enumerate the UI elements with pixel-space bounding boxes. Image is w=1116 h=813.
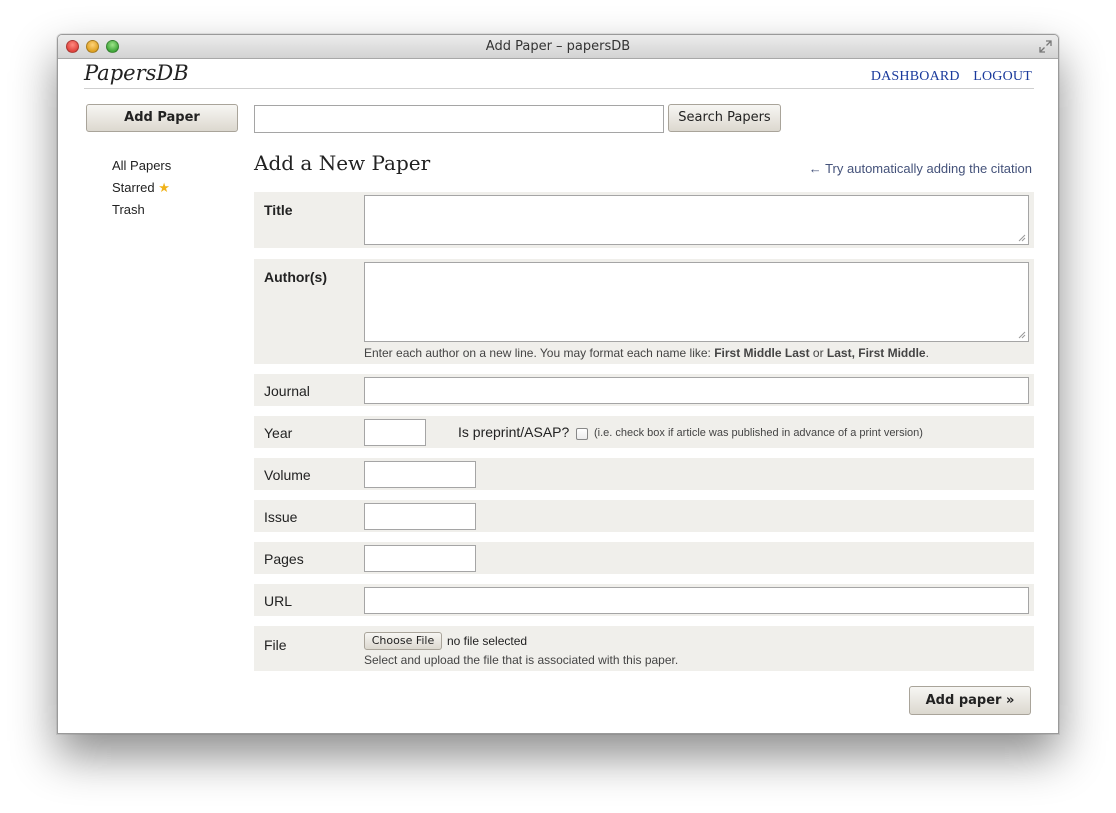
add-paper-button[interactable]: Add Paper	[86, 104, 238, 132]
auto-citation-link[interactable]: ← Try automatically adding the citation	[809, 161, 1032, 176]
year-label: Year	[264, 425, 293, 441]
file-row: File Choose File no file selected Select…	[254, 626, 1034, 671]
logout-link[interactable]: LOGOUT	[973, 69, 1032, 84]
choose-file-button[interactable]: Choose File	[364, 632, 442, 650]
title-textarea[interactable]	[364, 195, 1029, 245]
file-label: File	[264, 637, 287, 653]
minimize-window-button[interactable]	[86, 40, 99, 53]
issue-input[interactable]	[364, 503, 476, 530]
add-paper-submit-button[interactable]: Add paper »	[909, 686, 1031, 715]
sidebar: All Papers Starred ★ Trash	[112, 155, 171, 221]
preprint-label: Is preprint/ASAP?	[458, 424, 570, 440]
window-title: Add Paper – papersDB	[485, 39, 631, 54]
title-label: Title	[264, 202, 293, 218]
url-input[interactable]	[364, 587, 1029, 614]
authors-row: Author(s) Enter each author on a new lin…	[254, 259, 1034, 364]
resize-handle-icon[interactable]	[1018, 234, 1026, 242]
dashboard-link[interactable]: DASHBOARD	[871, 69, 960, 84]
authors-hint-text: Enter each author on a new line. You may…	[364, 346, 715, 360]
authors-textarea[interactable]	[364, 262, 1029, 342]
year-input[interactable]	[364, 419, 426, 446]
sidebar-item-starred[interactable]: Starred ★	[112, 177, 171, 199]
search-papers-button[interactable]: Search Papers	[668, 104, 781, 132]
search-input[interactable]	[254, 105, 664, 133]
file-status: no file selected	[447, 634, 528, 648]
app-logo[interactable]: PapersDB	[84, 61, 189, 85]
issue-label: Issue	[264, 509, 298, 525]
journal-row: Journal	[254, 374, 1034, 406]
authors-hint-format1: First Middle Last	[714, 346, 810, 360]
zoom-window-button[interactable]	[106, 40, 119, 53]
fullscreen-icon[interactable]	[1039, 40, 1052, 53]
url-label: URL	[264, 593, 293, 609]
close-window-button[interactable]	[66, 40, 79, 53]
file-hint: Select and upload the file that is assoc…	[364, 653, 679, 667]
journal-input[interactable]	[364, 377, 1029, 404]
year-row: Year Is preprint/ASAP? (i.e. check box i…	[254, 416, 1034, 448]
page-title: Add a New Paper	[254, 151, 431, 175]
issue-row: Issue	[254, 500, 1034, 532]
authors-hint: Enter each author on a new line. You may…	[364, 346, 929, 360]
journal-label: Journal	[264, 383, 310, 399]
preprint-checkbox[interactable]	[576, 428, 588, 440]
resize-handle-icon[interactable]	[1018, 331, 1026, 339]
volume-row: Volume	[254, 458, 1034, 490]
sidebar-item-label: Starred	[112, 180, 155, 195]
title-row: Title	[254, 192, 1034, 248]
pages-input[interactable]	[364, 545, 476, 572]
volume-label: Volume	[264, 467, 311, 483]
authors-hint-format2: Last, First Middle	[826, 346, 926, 360]
volume-input[interactable]	[364, 461, 476, 488]
preprint-note: (i.e. check box if article was published…	[594, 427, 923, 439]
star-icon: ★	[158, 180, 170, 195]
pages-label: Pages	[264, 551, 304, 567]
title-bar: Add Paper – papersDB	[58, 35, 1058, 59]
sidebar-item-all-papers[interactable]: All Papers	[112, 155, 171, 177]
url-row: URL	[254, 584, 1034, 616]
pages-row: Pages	[254, 542, 1034, 574]
browser-window: Add Paper – papersDB PapersDB DASHBOARD …	[57, 34, 1059, 734]
top-nav: DASHBOARD LOGOUT	[861, 69, 1032, 85]
sidebar-item-trash[interactable]: Trash	[112, 199, 171, 221]
authors-label: Author(s)	[264, 269, 327, 285]
authors-hint-end: .	[925, 346, 929, 360]
authors-hint-or: or	[809, 346, 827, 360]
header-divider	[84, 88, 1034, 89]
